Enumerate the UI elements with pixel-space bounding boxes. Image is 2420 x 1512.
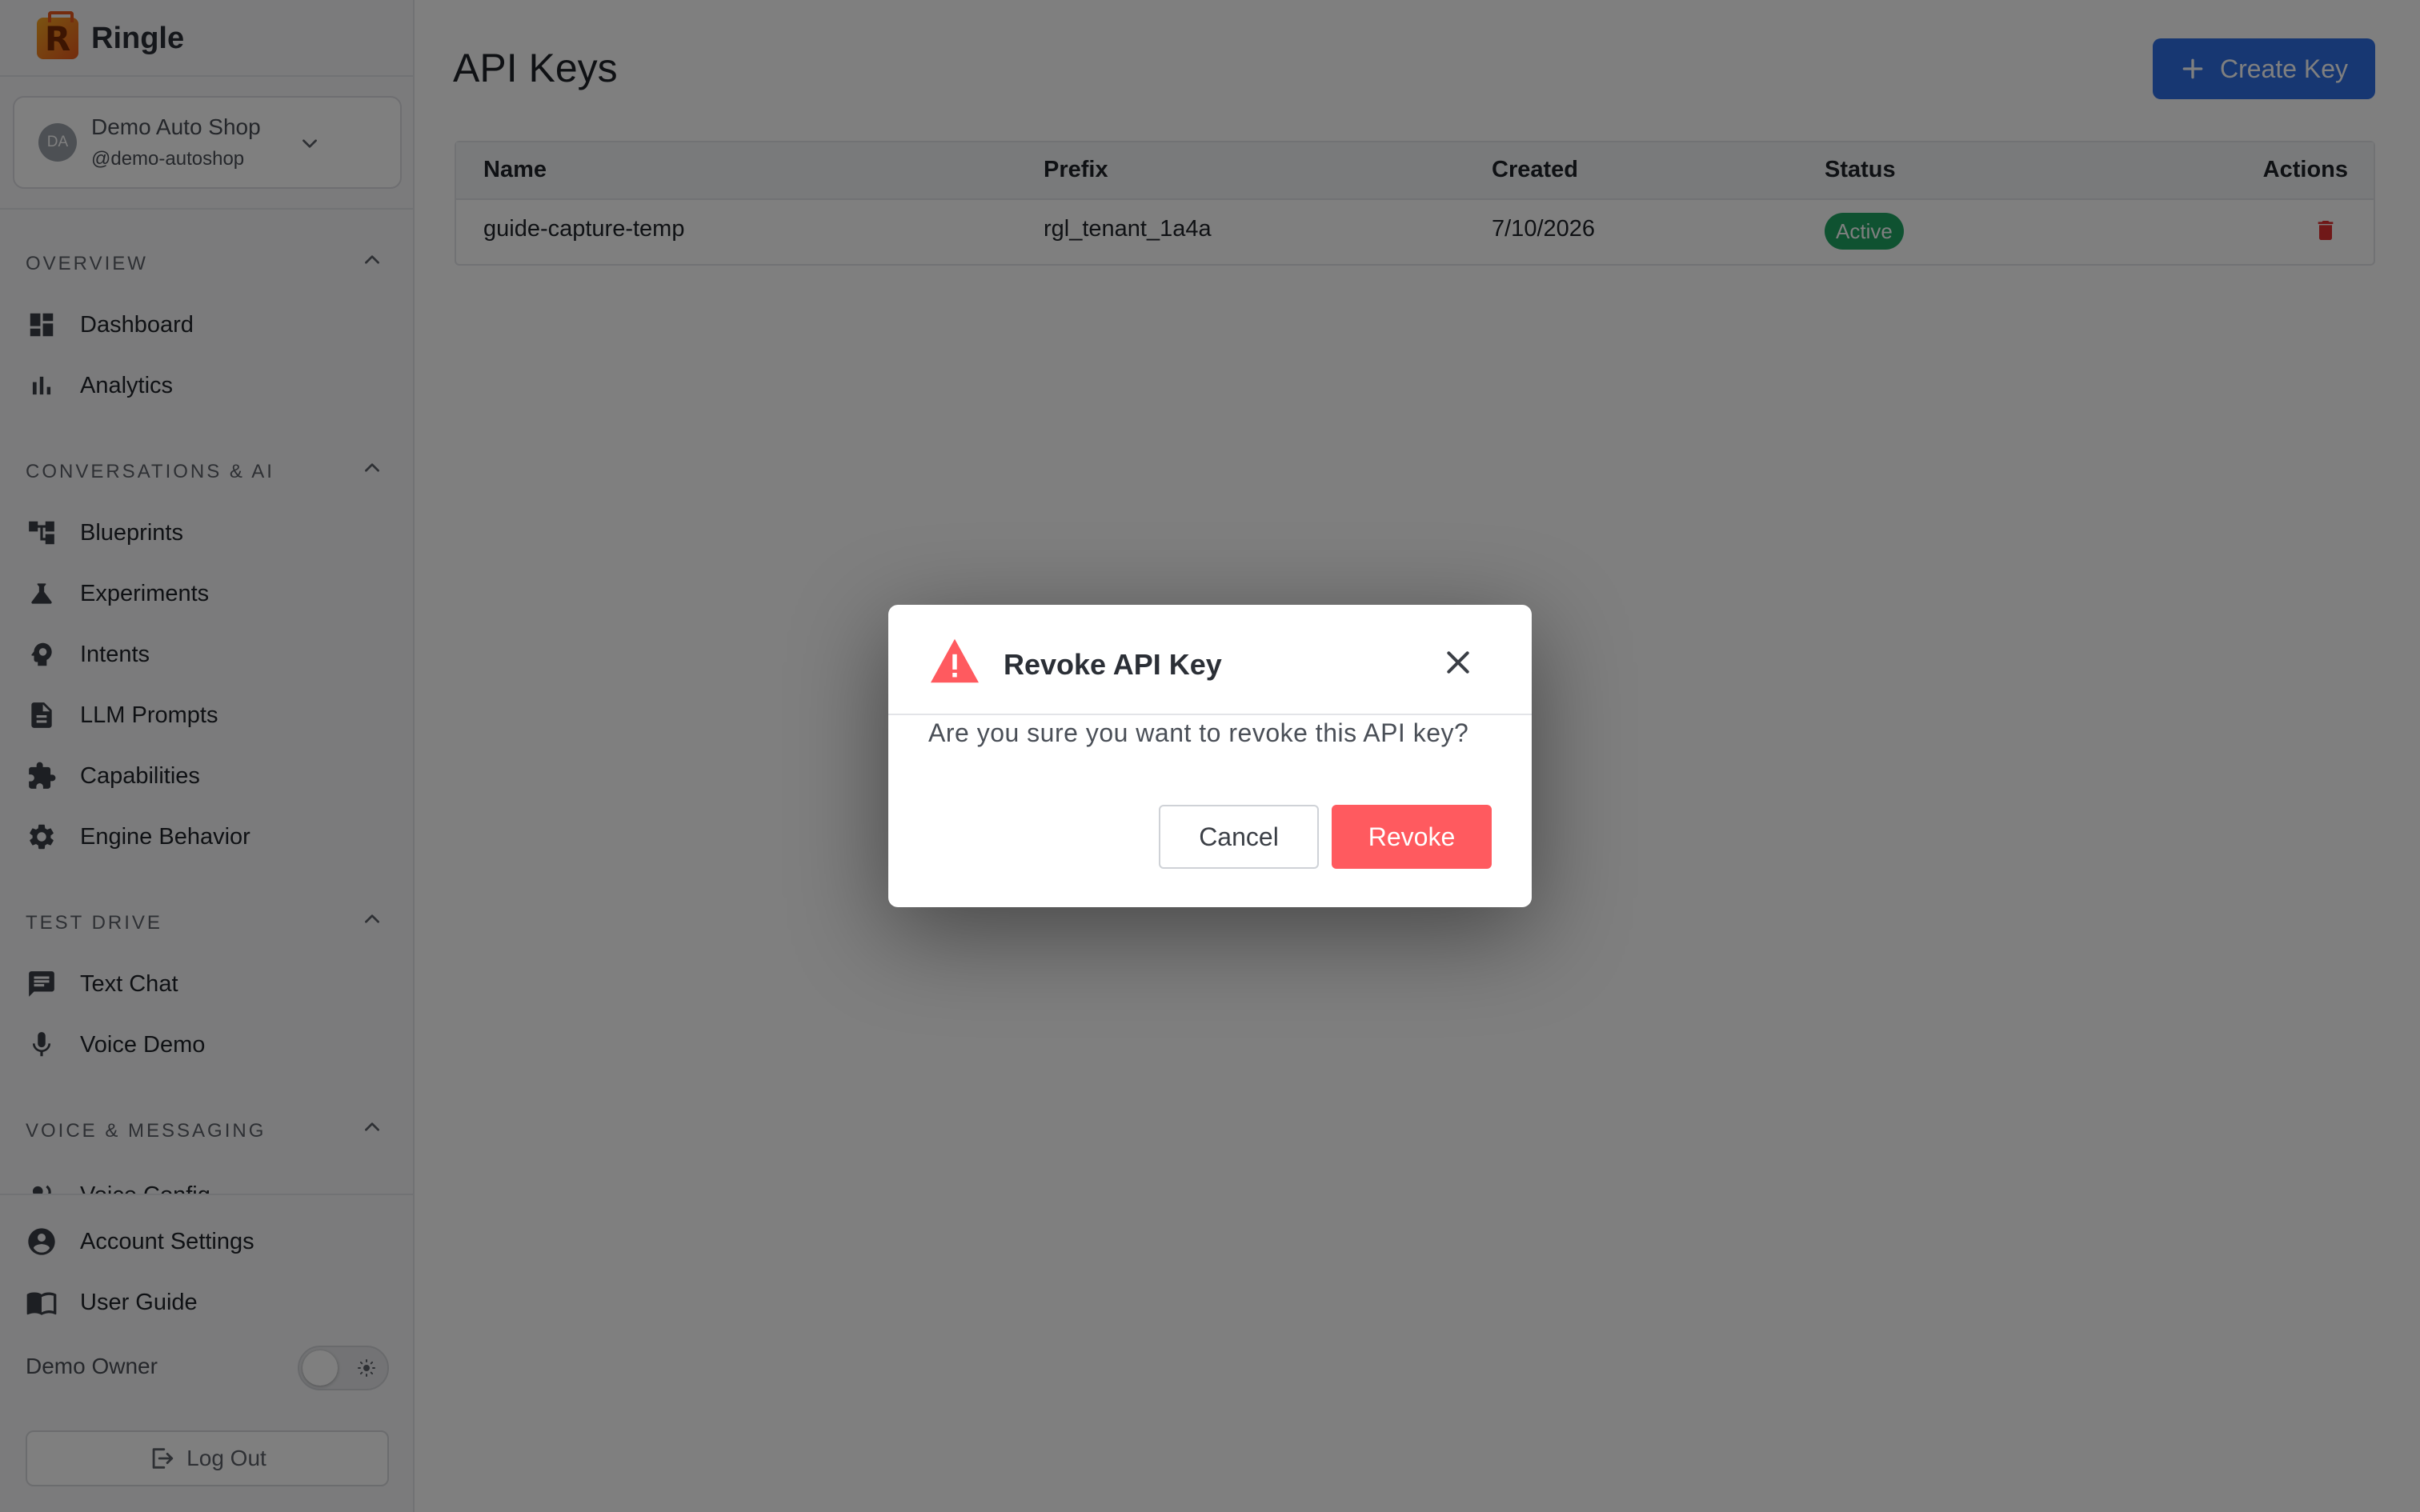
revoke-key-dialog: Revoke API Key Are you sure you want to … (888, 605, 1532, 907)
dialog-message: Are you sure you want to revoke this API… (928, 718, 1469, 747)
dialog-title: Revoke API Key (1004, 648, 1222, 681)
revoke-button[interactable]: Revoke (1332, 805, 1492, 869)
warning-icon (931, 638, 979, 683)
divider (888, 714, 1532, 715)
close-icon[interactable] (1442, 646, 1474, 678)
cancel-button[interactable]: Cancel (1159, 805, 1319, 869)
